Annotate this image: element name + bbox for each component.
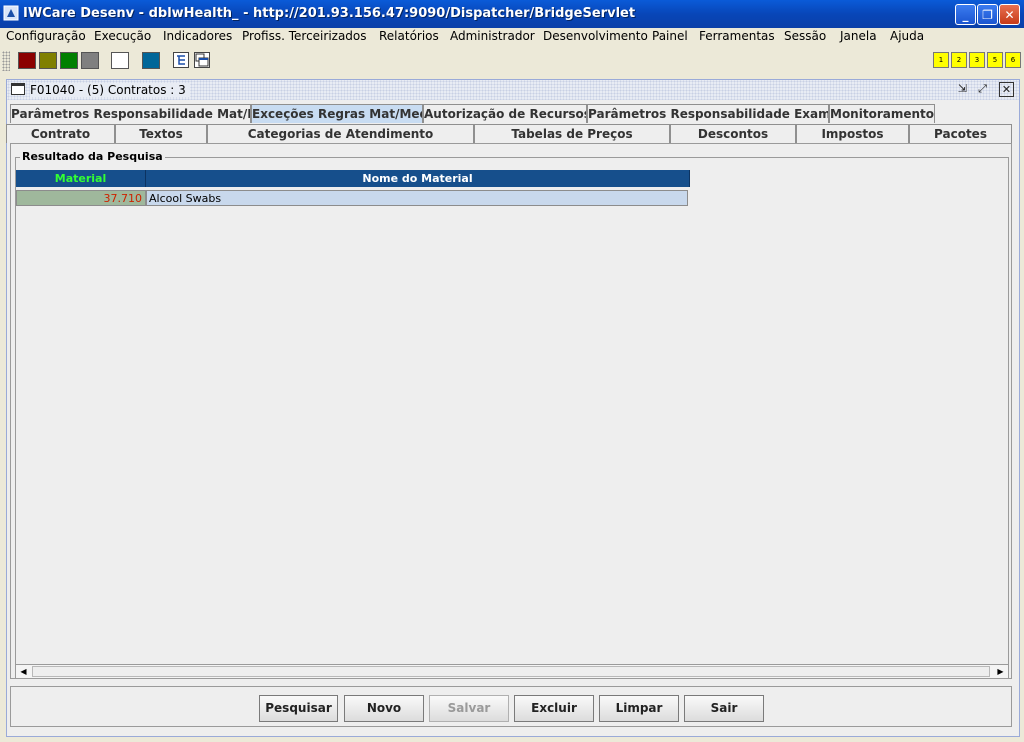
numbered-button-1[interactable]: 1: [933, 52, 949, 68]
frame-titlebar: F01040 - (5) Contratos : 3 ⇲ ⤢ ✕: [7, 80, 1019, 100]
menu-sessao[interactable]: Sessão: [784, 29, 826, 43]
menu-ferramentas[interactable]: Ferramentas: [699, 29, 775, 43]
app-icon: [3, 5, 19, 21]
menu-janela[interactable]: Janela: [840, 29, 877, 43]
numbered-button-5[interactable]: 5: [987, 52, 1003, 68]
scroll-left-icon[interactable]: ◀: [16, 665, 31, 678]
excluir-button[interactable]: Excluir: [514, 695, 594, 722]
tab-autorizacao-de-recursos[interactable]: Autorização de Recursos: [423, 104, 587, 123]
tab-content-panel: Resultado da Pesquisa Material Nome do M…: [10, 143, 1012, 679]
menu-configuracao[interactable]: Configuração: [6, 29, 86, 43]
scroll-right-icon[interactable]: ▶: [993, 665, 1008, 678]
tab-categorias-de-atendimento[interactable]: Categorias de Atendimento: [207, 124, 474, 143]
tab-excecoes-regras-matmed[interactable]: Exceções Regras Mat/Med: [251, 104, 423, 123]
window-title: IWCare Desenv - dblwHealth_ - http://201…: [23, 6, 636, 21]
cell-nome-do-material[interactable]: Alcool Swabs: [146, 190, 688, 206]
column-header-nome-do-material[interactable]: Nome do Material: [146, 170, 690, 187]
menu-relatorios[interactable]: Relatórios: [379, 29, 439, 43]
numbered-button-2[interactable]: 2: [951, 52, 967, 68]
tab-textos[interactable]: Textos: [115, 124, 207, 143]
menu-bar: Configuração Execução Indicadores Profis…: [0, 28, 1024, 47]
menu-administrador[interactable]: Administrador: [450, 29, 535, 43]
tab-pacotes[interactable]: Pacotes: [909, 124, 1012, 143]
frame-minimize-icon[interactable]: ⇲: [955, 82, 970, 97]
frame-title: F01040 - (5) Contratos : 3: [30, 83, 190, 97]
menu-execucao[interactable]: Execução: [94, 29, 151, 43]
color-button-darkred[interactable]: [18, 52, 36, 69]
novo-button[interactable]: Novo: [344, 695, 424, 722]
menu-desenvolvimento[interactable]: Desenvolvimento: [543, 29, 648, 43]
color-button-blue[interactable]: [142, 52, 160, 69]
pesquisar-button[interactable]: Pesquisar: [259, 695, 338, 722]
color-button-olive[interactable]: [39, 52, 57, 69]
window-titlebar: IWCare Desenv - dblwHealth_ - http://201…: [0, 0, 1024, 28]
tab-descontos[interactable]: Descontos: [670, 124, 796, 143]
numbered-button-3[interactable]: 3: [969, 52, 985, 68]
tab-impostos[interactable]: Impostos: [796, 124, 909, 143]
toolbar: [0, 48, 1024, 74]
column-header-material[interactable]: Material: [16, 170, 146, 187]
tab-parametros-responsabilidade-exames[interactable]: Parâmetros Responsabilidade Exames: [587, 104, 829, 123]
restore-icon[interactable]: ❐: [977, 4, 998, 25]
menu-indicadores[interactable]: Indicadores: [163, 29, 232, 43]
color-button-green[interactable]: [60, 52, 78, 69]
cell-material[interactable]: 37.710: [16, 190, 146, 206]
horizontal-scrollbar[interactable]: ◀ ▶: [15, 664, 1009, 679]
salvar-button[interactable]: Salvar: [429, 695, 509, 722]
numbered-button-6[interactable]: 6: [1005, 52, 1021, 68]
toolbar-grip[interactable]: [2, 51, 10, 71]
sair-button[interactable]: Sair: [684, 695, 764, 722]
tab-monitoramento[interactable]: Monitoramento: [829, 104, 935, 123]
color-button-white[interactable]: [111, 52, 129, 69]
close-icon[interactable]: ✕: [999, 4, 1020, 25]
color-button-gray[interactable]: [81, 52, 99, 69]
windows-icon[interactable]: [194, 52, 210, 68]
tab-tabelas-de-precos[interactable]: Tabelas de Preços: [474, 124, 670, 143]
frame-maximize-icon[interactable]: ⤢: [975, 82, 990, 97]
results-group-title: Resultado da Pesquisa: [20, 150, 165, 163]
limpar-button[interactable]: Limpar: [599, 695, 679, 722]
button-panel: Pesquisar Novo Salvar Excluir Limpar Sai…: [10, 686, 1012, 727]
menu-painel[interactable]: Painel: [652, 29, 688, 43]
minimize-icon[interactable]: _: [955, 4, 976, 25]
frame-window-icon: [11, 83, 25, 95]
tab-parametros-responsabilidade-matmed[interactable]: Parâmetros Responsabilidade Mat/Med: [10, 104, 251, 123]
menu-profiss-terceirizados[interactable]: Profiss. Terceirizados: [242, 29, 367, 43]
menu-ajuda[interactable]: Ajuda: [890, 29, 924, 43]
results-groupbox: Resultado da Pesquisa: [15, 150, 1009, 677]
scroll-thumb[interactable]: [32, 666, 990, 677]
frame-close-icon[interactable]: ✕: [999, 82, 1014, 97]
tree-icon[interactable]: [173, 52, 189, 68]
tab-contrato[interactable]: Contrato: [6, 124, 115, 143]
